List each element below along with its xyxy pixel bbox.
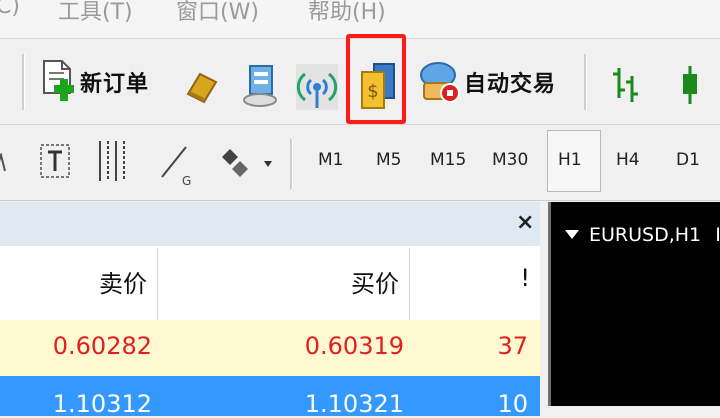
- timeframe-d1[interactable]: D1: [676, 150, 700, 170]
- chart-dropdown-arrow-icon[interactable]: [565, 230, 579, 240]
- text-label-icon[interactable]: [38, 141, 72, 181]
- menu-view-partial[interactable]: C): [0, 0, 20, 19]
- toolbar-separator: [22, 54, 25, 110]
- chart-symbol-period: EURUSD,H1: [589, 224, 702, 246]
- column-header-bid[interactable]: 卖价: [0, 248, 158, 320]
- close-icon[interactable]: ×: [516, 210, 534, 235]
- spread-value: 10: [497, 390, 528, 418]
- column-header-ask-label: 买价: [351, 270, 399, 298]
- table-row-selected[interactable]: 1.10312 1.10321 10: [0, 376, 540, 418]
- column-header-ask[interactable]: 买价: [158, 248, 410, 320]
- auto-trading-label: 自动交易: [464, 72, 557, 97]
- timeframe-m15[interactable]: M15: [430, 150, 466, 170]
- bar-chart-icon[interactable]: [610, 64, 642, 106]
- chart-window[interactable]: EURUSD,H1 I: [548, 202, 720, 406]
- ask-price: 0.60319: [304, 332, 404, 360]
- toolbar-separator: [584, 54, 587, 110]
- chart-title-trailing: I: [715, 224, 720, 246]
- new-order-button[interactable]: 新订单: [40, 58, 149, 106]
- menu-help[interactable]: 帮助(H): [308, 0, 386, 26]
- draw-line-icon[interactable]: G: [158, 141, 194, 187]
- column-header-spread-label: !: [520, 264, 530, 292]
- highlight-box: [346, 34, 406, 124]
- column-header-bid-label: 卖价: [99, 270, 147, 298]
- line-studies-toolbar: G: [0, 125, 720, 201]
- column-header-spread[interactable]: !: [410, 248, 540, 320]
- new-order-label: 新订单: [80, 72, 150, 97]
- table-row[interactable]: 0.60282 0.60319 37: [0, 320, 540, 376]
- menu-tools[interactable]: 工具(T): [58, 0, 133, 26]
- bid-price: 0.60282: [52, 332, 152, 360]
- candlestick-icon[interactable]: [674, 64, 706, 106]
- arrows-tool-icon[interactable]: [216, 143, 276, 183]
- chart-title: EURUSD,H1 I: [589, 224, 720, 246]
- auto-trading-button[interactable]: 自动交易: [418, 58, 556, 106]
- new-order-icon: [43, 60, 74, 101]
- market-watch-panel: × 卖价 买价 ! 0.60282 0.60319 37 1.10312 1.1…: [0, 202, 540, 418]
- arrow-partial-icon[interactable]: [0, 153, 6, 173]
- fibonacci-icon[interactable]: [96, 139, 130, 183]
- timeframe-h4[interactable]: H4: [616, 150, 640, 170]
- navigator-icon[interactable]: [240, 64, 280, 108]
- svg-text:G: G: [182, 174, 191, 187]
- gold-bar-icon[interactable]: [182, 68, 220, 106]
- timeframe-m1[interactable]: M1: [318, 150, 343, 170]
- menu-window[interactable]: 窗口(W): [176, 0, 259, 26]
- spread-value: 37: [497, 332, 528, 360]
- bid-price: 1.10312: [52, 390, 152, 418]
- auto-trading-icon: [420, 62, 460, 103]
- ask-price: 1.10321: [304, 390, 404, 418]
- timeframe-h1[interactable]: H1: [558, 150, 582, 170]
- signals-icon[interactable]: [296, 64, 338, 110]
- timeframe-m5[interactable]: M5: [376, 150, 401, 170]
- market-watch-header: ×: [0, 202, 540, 246]
- timeframe-m30[interactable]: M30: [492, 150, 528, 170]
- toolbar-separator: [290, 139, 293, 189]
